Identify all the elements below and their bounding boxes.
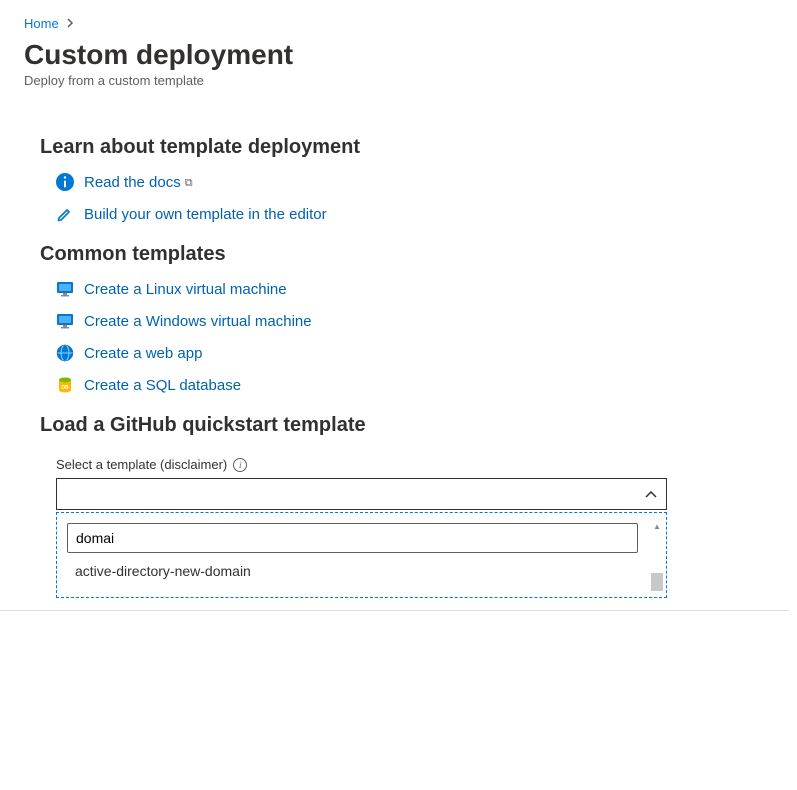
web-app-link[interactable]: Create a web app <box>84 345 202 362</box>
page-header: Custom deployment Deploy from a custom t… <box>0 39 797 96</box>
database-icon: DB <box>56 376 74 394</box>
read-docs-item: Read the docs⧉ <box>56 173 797 191</box>
template-select-input[interactable] <box>56 478 667 510</box>
vm-icon <box>56 312 74 330</box>
breadcrumb: Home <box>0 0 797 35</box>
read-docs-link[interactable]: Read the docs⧉ <box>84 174 193 191</box>
footer-divider <box>0 610 789 611</box>
scroll-up-icon[interactable]: ▲ <box>653 523 661 531</box>
page-title: Custom deployment <box>24 39 773 71</box>
chevron-right-icon <box>66 17 74 31</box>
svg-text:DB: DB <box>61 385 69 391</box>
template-dropdown: active-directory-new-domain ▲ <box>56 512 667 598</box>
common-item-windows-vm: Create a Windows virtual machine <box>56 312 797 330</box>
windows-vm-link[interactable]: Create a Windows virtual machine <box>84 313 312 330</box>
github-heading: Load a GitHub quickstart template <box>40 414 797 437</box>
external-link-icon: ⧉ <box>185 177 193 189</box>
info-icon <box>56 173 74 191</box>
build-template-link[interactable]: Build your own template in the editor <box>84 206 327 223</box>
linux-vm-link[interactable]: Create a Linux virtual machine <box>84 281 287 298</box>
template-select[interactable] <box>56 478 667 510</box>
vm-icon <box>56 280 74 298</box>
common-item-linux-vm: Create a Linux virtual machine <box>56 280 797 298</box>
common-item-sql-db: DB Create a SQL database <box>56 376 797 394</box>
breadcrumb-home-link[interactable]: Home <box>24 16 59 31</box>
common-item-web-app: Create a web app <box>56 344 797 362</box>
template-field-label: Select a template (disclaimer) i <box>56 457 667 472</box>
globe-icon <box>56 344 74 362</box>
scrollbar-thumb[interactable] <box>651 573 663 591</box>
scrollbar[interactable]: ▲ <box>650 523 664 593</box>
template-search-input[interactable] <box>67 523 638 553</box>
edit-icon <box>56 205 74 223</box>
sql-db-link[interactable]: Create a SQL database <box>84 377 241 394</box>
learn-heading: Learn about template deployment <box>40 136 797 159</box>
template-option[interactable]: active-directory-new-domain <box>67 553 656 587</box>
build-template-item: Build your own template in the editor <box>56 205 797 223</box>
page-subtitle: Deploy from a custom template <box>24 73 773 88</box>
common-heading: Common templates <box>40 243 797 266</box>
info-tooltip-icon[interactable]: i <box>233 458 247 472</box>
